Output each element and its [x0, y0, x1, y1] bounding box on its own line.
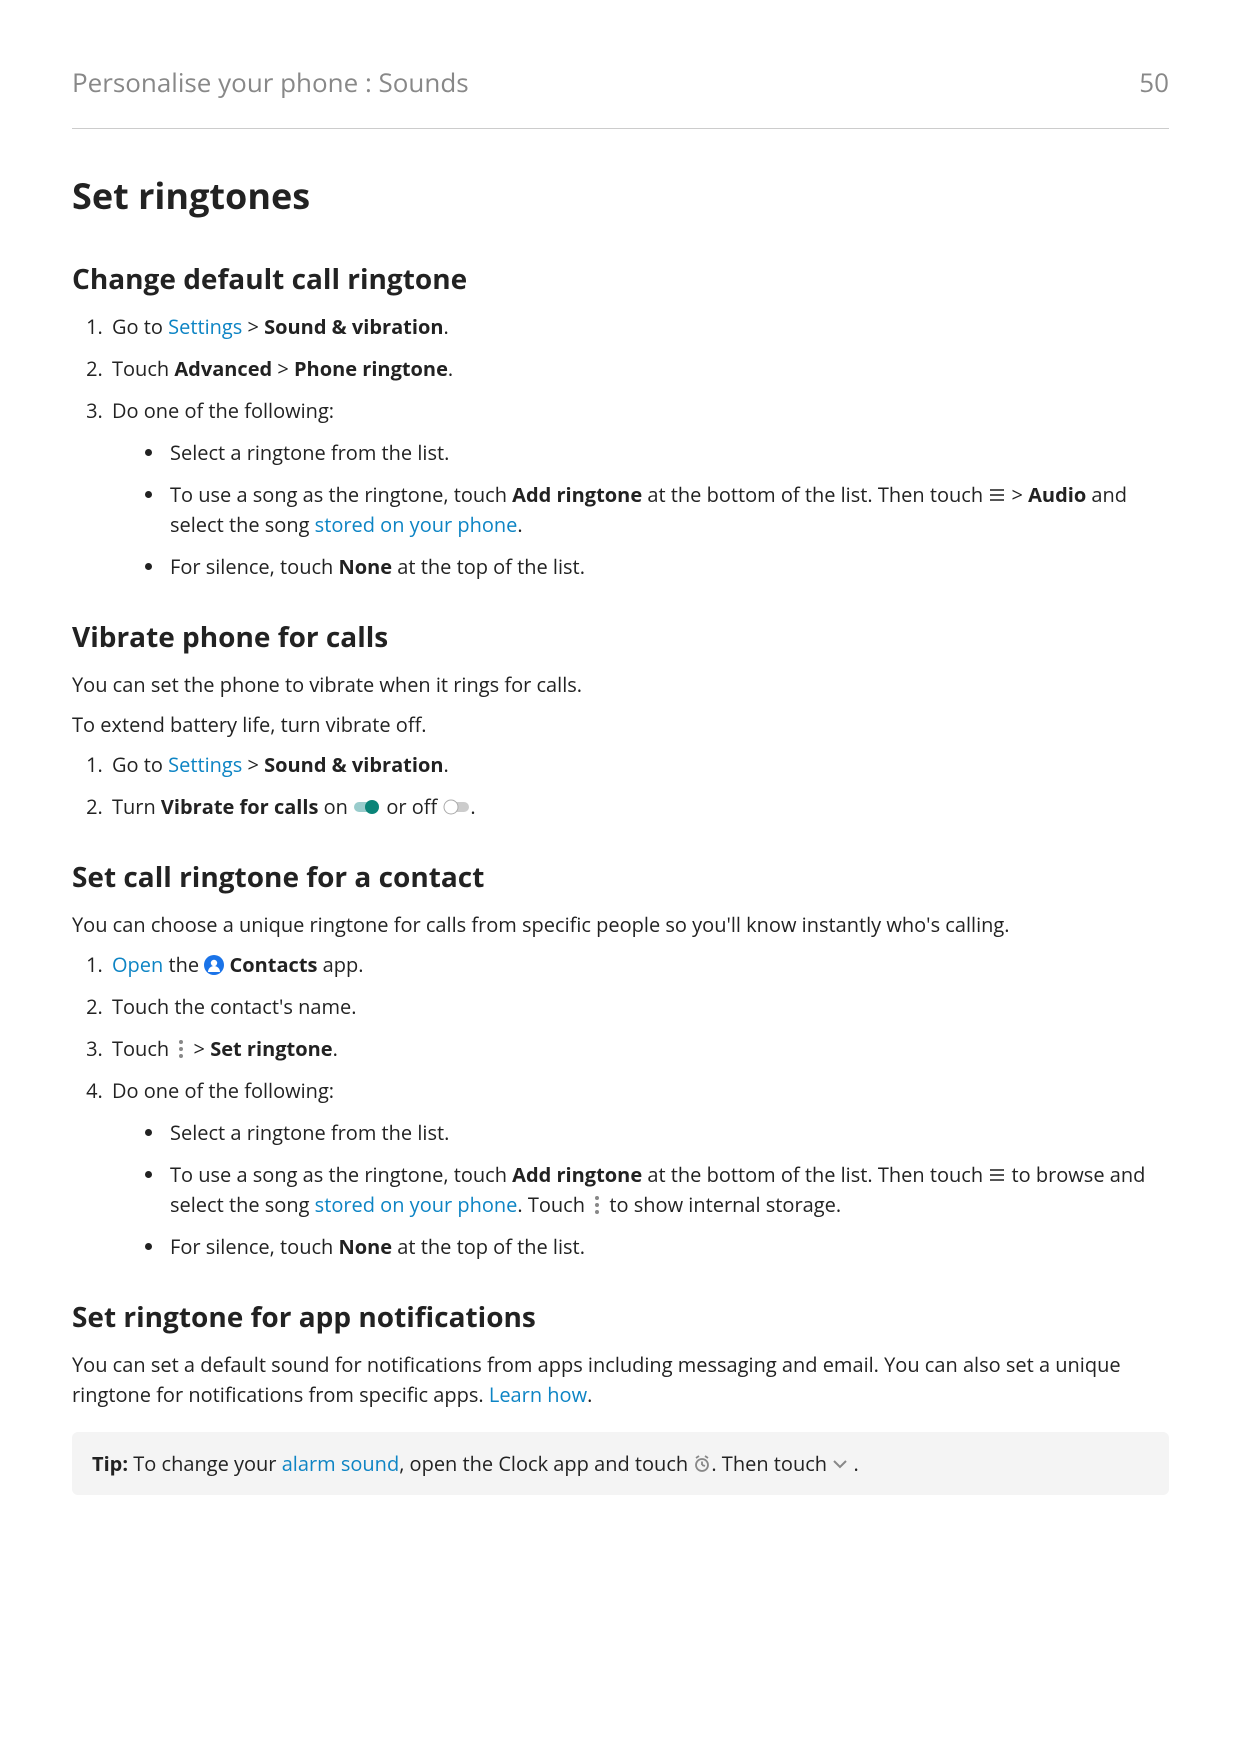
list-item: Open the Contacts app. — [108, 950, 1169, 980]
settings-link[interactable]: Settings — [168, 313, 242, 340]
stored-link[interactable]: stored on your phone — [315, 1191, 518, 1218]
page: Personalise your phone : Sounds 50 Set r… — [0, 0, 1241, 1754]
section-heading: Set call ringtone for a contact — [72, 858, 1169, 896]
page-header: Personalise your phone : Sounds 50 — [72, 64, 1169, 129]
list-item: Go to Settings > Sound & vibration. — [108, 750, 1169, 780]
list-item: Select a ringtone from the list. — [166, 1118, 1169, 1148]
list-item: For silence, touch None at the top of th… — [166, 1232, 1169, 1262]
page-number: 50 — [1139, 64, 1169, 100]
steps-list: Go to Settings > Sound & vibration. Touc… — [72, 312, 1169, 582]
list-item: Touch the contact's name. — [108, 992, 1169, 1022]
page-title: Set ringtones — [72, 171, 1169, 220]
hamburger-icon — [988, 1166, 1006, 1184]
list-item: Touch Advanced > Phone ringtone. — [108, 354, 1169, 384]
settings-link[interactable]: Settings — [168, 751, 242, 778]
alarm-sound-link[interactable]: alarm sound — [282, 1450, 400, 1477]
body-text: You can set a default sound for notifica… — [72, 1350, 1169, 1410]
chevron-down-icon — [832, 1458, 848, 1470]
breadcrumb: Personalise your phone : Sounds — [72, 64, 469, 100]
body-text: You can set the phone to vibrate when it… — [72, 670, 1169, 700]
list-item: For silence, touch None at the top of th… — [166, 552, 1169, 582]
body-text: To extend battery life, turn vibrate off… — [72, 710, 1169, 740]
list-item: Do one of the following: Select a ringto… — [108, 1076, 1169, 1262]
sub-list: Select a ringtone from the list. To use … — [112, 438, 1169, 582]
body-text: You can choose a unique ringtone for cal… — [72, 910, 1169, 940]
section-heading: Change default call ringtone — [72, 260, 1169, 298]
alarm-icon — [693, 1455, 711, 1473]
list-item: Select a ringtone from the list. — [166, 438, 1169, 468]
toggle-off-icon — [442, 798, 470, 816]
list-item: Go to Settings > Sound & vibration. — [108, 312, 1169, 342]
list-item: Touch > Set ringtone. — [108, 1034, 1169, 1064]
stored-link[interactable]: stored on your phone — [315, 511, 518, 538]
open-link[interactable]: Open — [112, 951, 163, 978]
list-item: Turn Vibrate for calls on or off . — [108, 792, 1169, 822]
hamburger-icon — [988, 486, 1006, 504]
section-heading: Vibrate phone for calls — [72, 618, 1169, 656]
learn-how-link[interactable]: Learn how — [489, 1381, 587, 1408]
more-vert-icon — [590, 1195, 604, 1215]
list-item: Do one of the following: Select a ringto… — [108, 396, 1169, 582]
toggle-on-icon — [353, 798, 381, 816]
section-heading: Set ringtone for app notifications — [72, 1298, 1169, 1336]
more-vert-icon — [174, 1039, 188, 1059]
sub-list: Select a ringtone from the list. To use … — [112, 1118, 1169, 1262]
tip-label: Tip: — [92, 1450, 128, 1477]
person-circle-icon — [204, 955, 224, 975]
tip-box: Tip: To change your alarm sound, open th… — [72, 1432, 1169, 1495]
list-item: To use a song as the ringtone, touch Add… — [166, 1160, 1169, 1220]
list-item: To use a song as the ringtone, touch Add… — [166, 480, 1169, 540]
steps-list: Open the Contacts app. Touch the contact… — [72, 950, 1169, 1262]
steps-list: Go to Settings > Sound & vibration. Turn… — [72, 750, 1169, 822]
